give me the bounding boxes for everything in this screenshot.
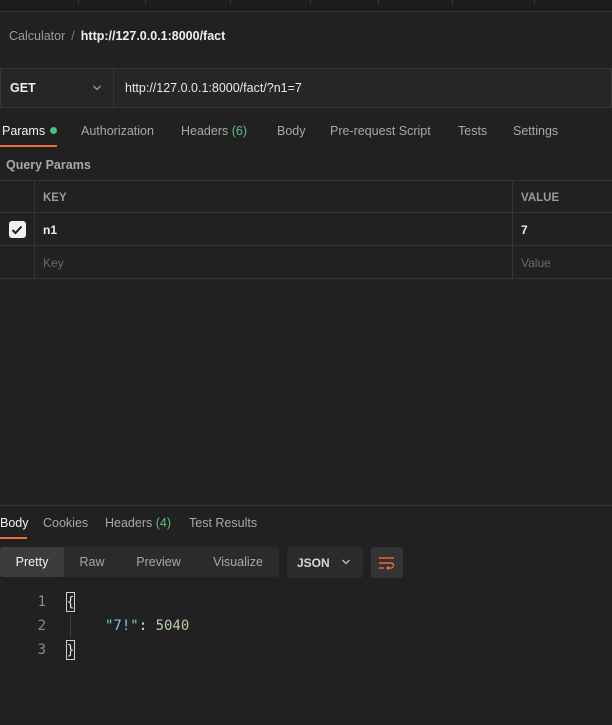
query-params-title: Query Params	[6, 158, 91, 172]
method-label: GET	[10, 81, 36, 95]
json-entry: "7!": 5040	[105, 618, 189, 634]
header-check-cell	[0, 181, 35, 214]
indent-guide	[70, 614, 71, 638]
tab-body[interactable]: Body	[277, 124, 306, 138]
tab-tests[interactable]: Tests	[458, 124, 487, 138]
tab-params[interactable]: Params	[2, 124, 58, 138]
json-colon: :	[138, 618, 156, 634]
view-raw-button[interactable]: Raw	[64, 547, 120, 577]
app-window: Calculator / http://127.0.0.1:8000/fact …	[0, 0, 612, 725]
params-active-dot	[50, 127, 58, 134]
line-number: 1	[37, 594, 46, 610]
tab-headers-label: Headers	[181, 124, 229, 138]
table-row: n1 7	[0, 213, 612, 246]
format-dropdown[interactable]: JSON	[287, 547, 363, 578]
response-tab-test-results[interactable]: Test Results	[189, 516, 257, 530]
tab-strip	[0, 0, 612, 12]
view-preview-button[interactable]: Preview	[120, 547, 197, 577]
wrap-lines-icon	[379, 556, 395, 570]
view-pretty-button[interactable]: Pretty	[0, 547, 64, 577]
json-value: 5040	[155, 618, 190, 634]
table-row-empty: Key Value	[0, 246, 612, 279]
param-enabled-checkbox[interactable]	[8, 221, 26, 238]
row-check-cell	[0, 213, 35, 246]
tab-settings[interactable]: Settings	[513, 124, 558, 138]
response-headers-label: Headers	[105, 516, 153, 530]
json-key: "7!"	[105, 618, 139, 634]
line-number: 2	[37, 618, 46, 634]
tab-pre-request-script[interactable]: Pre-request Script	[330, 124, 431, 138]
code-line: 3 }	[0, 638, 612, 662]
response-active-tab-indicator	[0, 537, 27, 539]
tab-separator	[534, 0, 535, 4]
tab-headers[interactable]: Headers (6)	[181, 124, 247, 138]
chevron-down-icon	[342, 559, 350, 565]
format-label: JSON	[297, 555, 330, 570]
response-pane-divider[interactable]	[0, 505, 612, 506]
response-headers-count: (4)	[155, 516, 172, 530]
tab-separator	[78, 0, 79, 4]
response-tab-cookies[interactable]: Cookies	[43, 516, 88, 530]
open-brace: {	[66, 592, 75, 612]
table-header-row: KEY VALUE	[0, 180, 612, 214]
param-value-cell[interactable]: 7	[513, 213, 612, 246]
check-icon	[11, 225, 23, 234]
column-header-value: VALUE	[521, 191, 560, 204]
active-tab-indicator	[0, 145, 57, 147]
code-line: 2 "7!": 5040	[0, 614, 612, 638]
close-brace: }	[66, 640, 75, 660]
row-check-cell-empty	[0, 246, 35, 279]
param-value-input[interactable]: Value	[513, 246, 612, 279]
request-tabs: Params Authorization Headers (6) Body Pr…	[0, 120, 612, 148]
breadcrumb-separator: /	[71, 29, 75, 43]
tab-params-label: Params	[2, 124, 46, 138]
breadcrumb-collection-link[interactable]: Calculator	[9, 29, 65, 43]
request-name[interactable]: http://127.0.0.1:8000/fact	[81, 29, 226, 43]
query-params-table: KEY VALUE n1 7 Key Value	[0, 180, 612, 279]
param-key-input[interactable]: Key	[35, 246, 513, 279]
column-header-key: KEY	[35, 181, 513, 214]
breadcrumb: Calculator / http://127.0.0.1:8000/fact	[9, 27, 225, 45]
chevron-down-icon	[93, 85, 101, 91]
line-number: 3	[37, 642, 46, 658]
tab-separator	[145, 0, 146, 4]
view-visualize-button[interactable]: Visualize	[197, 547, 279, 577]
wrap-lines-button[interactable]	[371, 547, 403, 578]
tab-authorization[interactable]: Authorization	[81, 124, 154, 138]
tab-separator	[452, 0, 453, 4]
tab-separator	[310, 0, 311, 4]
code-line: 1 {	[0, 590, 612, 614]
response-tabs: Body Cookies Headers (4) Test Results	[0, 514, 612, 540]
tab-separator	[378, 0, 379, 4]
response-tab-body[interactable]: Body	[0, 516, 29, 530]
url-input[interactable]: http://127.0.0.1:8000/fact/?n1=7	[113, 68, 612, 108]
headers-count: (6)	[231, 124, 248, 138]
method-dropdown[interactable]: GET	[0, 68, 113, 108]
view-mode-group: Pretty Raw Preview Visualize	[0, 547, 279, 577]
url-bar: GET http://127.0.0.1:8000/fact/?n1=7	[0, 68, 612, 108]
param-key-cell[interactable]: n1	[35, 213, 513, 246]
response-tab-headers[interactable]: Headers (4)	[105, 516, 171, 530]
response-body-viewer[interactable]: 1 { 2 "7!": 5040 3 }	[0, 590, 612, 662]
tab-separator	[230, 0, 231, 4]
